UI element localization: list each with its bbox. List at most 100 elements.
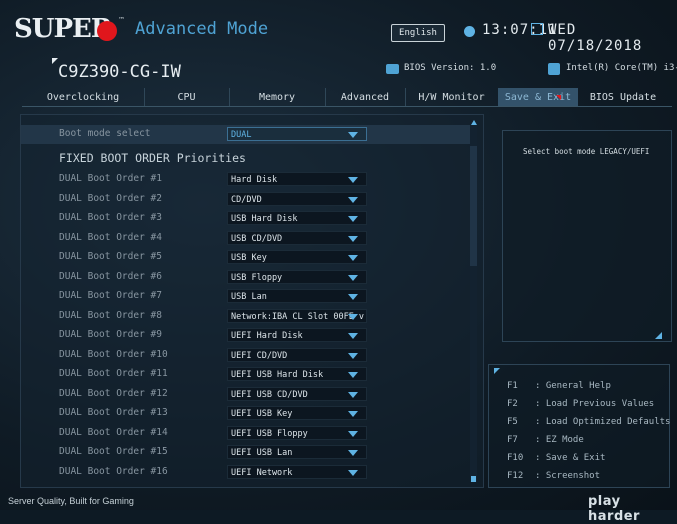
clock-date: WED 07/18/2018 <box>548 22 643 54</box>
boot-order-row[interactable]: DUAL Boot Order #16 UEFI Network <box>21 463 471 482</box>
boot-order-select[interactable]: USB Key <box>227 250 367 264</box>
boot-order-select[interactable]: USB Lan <box>227 289 367 303</box>
chevron-down-icon[interactable] <box>348 132 358 138</box>
setting-label: DUAL Boot Order #16 <box>59 465 168 477</box>
scroll-down-icon[interactable] <box>471 476 476 482</box>
boot-order-row[interactable]: DUAL Boot Order #7 USB Lan <box>21 287 471 306</box>
chevron-down-icon[interactable] <box>348 255 358 261</box>
hotkey-panel: F1: General Help F2 : Load Previous Value… <box>488 364 670 488</box>
bios-version: BIOS Version: 1.0 <box>404 63 497 73</box>
boot-order-select[interactable]: UEFI USB CD/DVD <box>227 386 367 401</box>
boot-order-select[interactable]: UEFI USB Lan <box>227 445 367 459</box>
tab-cpu[interactable]: CPU <box>144 88 230 106</box>
bios-chip-icon <box>386 64 399 74</box>
hotkey-key: F5 <box>507 417 518 427</box>
boot-order-select[interactable]: UEFI CD/DVD <box>227 347 367 362</box>
setting-label: DUAL Boot Order #4 <box>59 231 162 243</box>
hotkey-action: : General Help <box>535 381 611 391</box>
boot-order-row[interactable]: DUAL Boot Order #12 UEFI USB CD/DVD <box>21 385 471 404</box>
tab-save-exit[interactable]: Save & Exit <box>498 88 578 106</box>
tab-overclocking[interactable]: Overclocking <box>22 88 145 106</box>
hotkey-f12: F12 : Screenshot <box>507 471 600 481</box>
boot-order-select[interactable]: UEFI Network <box>227 464 367 479</box>
boot-order-row[interactable]: DUAL Boot Order #15 UEFI USB Lan <box>21 443 471 462</box>
boot-order-select[interactable]: USB Hard Disk <box>227 211 367 225</box>
boot-order-row[interactable]: DUAL Boot Order #9 UEFI Hard Disk <box>21 326 471 345</box>
help-panel: Select boot mode LEGACY/UEFI <box>502 130 672 342</box>
hotkey-action: : Screenshot <box>535 471 601 481</box>
boot-order-select[interactable]: UEFI USB Key <box>227 406 367 420</box>
chevron-down-icon[interactable] <box>348 469 358 476</box>
boot-mode-select[interactable]: DUAL <box>227 127 367 141</box>
setting-label: DUAL Boot Order #13 <box>59 407 168 418</box>
boot-order-select[interactable]: USB Floppy <box>227 269 367 284</box>
boot-order-select[interactable]: CD/DVD <box>227 191 367 206</box>
boot-order-row[interactable]: DUAL Boot Order #6 USB Floppy <box>21 268 471 287</box>
mode-title: Advanced Mode <box>135 19 269 39</box>
chevron-down-icon[interactable] <box>348 294 358 300</box>
setting-label: DUAL Boot Order #5 <box>59 251 162 262</box>
boot-order-row[interactable]: DUAL Boot Order #11 UEFI USB Hard Disk <box>21 365 471 384</box>
setting-label: DUAL Boot Order #2 <box>59 192 162 204</box>
language-button[interactable]: English <box>391 24 445 42</box>
hotkey-key: F12 <box>507 471 524 481</box>
boot-order-select[interactable]: Hard Disk <box>227 172 367 186</box>
footer-tagline: Server Quality, Built for Gaming <box>8 496 134 506</box>
hotkey-f7: F7: EZ Mode <box>507 435 584 445</box>
setting-label: Boot mode select <box>59 128 151 139</box>
boot-order-row[interactable]: DUAL Boot Order #8 Network:IBA CL Slot 0… <box>21 307 471 326</box>
chevron-down-icon[interactable] <box>348 411 358 417</box>
calendar-icon <box>531 23 543 35</box>
chevron-down-icon[interactable] <box>348 274 358 281</box>
chevron-down-icon[interactable] <box>348 196 358 203</box>
chevron-down-icon[interactable] <box>348 177 358 183</box>
section-heading: FIXED BOOT ORDER Priorities <box>59 151 246 165</box>
trademark: ™ <box>118 16 125 24</box>
chevron-down-icon[interactable] <box>348 333 358 339</box>
tab-hw-monitor[interactable]: H/W Monitor <box>405 88 499 106</box>
footer: Server Quality, Built for Gaming play ha… <box>0 494 677 524</box>
clock-icon <box>464 26 475 37</box>
setting-label: DUAL Boot Order #9 <box>59 329 162 340</box>
tab-bar: Overclocking CPU Memory Advanced H/W Mon… <box>22 88 672 107</box>
tab-advanced[interactable]: Advanced <box>325 88 406 106</box>
chevron-down-icon[interactable] <box>348 372 358 378</box>
boot-order-row[interactable]: DUAL Boot Order #13 UEFI USB Key <box>21 404 471 423</box>
boot-order-row[interactable]: DUAL Boot Order #4 USB CD/DVD <box>21 229 471 248</box>
top-bar: SUPER ™ Advanced Mode English 13:07:11 W… <box>0 0 677 54</box>
boot-order-select[interactable]: Network:IBA CL Slot 00FE v <box>227 308 367 323</box>
hotkey-action: : Load Previous Values <box>535 399 655 409</box>
scrollbar[interactable] <box>470 124 477 482</box>
active-tab-marker-icon <box>556 95 561 100</box>
hotkey-key: F2 <box>507 399 518 409</box>
boot-order-select[interactable]: UEFI USB Hard Disk <box>227 367 367 381</box>
boot-order-row[interactable]: DUAL Boot Order #3 USB Hard Disk <box>21 209 471 228</box>
chevron-down-icon[interactable] <box>348 235 358 242</box>
chevron-down-icon[interactable] <box>348 313 358 320</box>
chevron-down-icon[interactable] <box>348 216 358 222</box>
tab-memory[interactable]: Memory <box>229 88 326 106</box>
clock-time: 13:07:11 <box>482 22 558 38</box>
hotkey-key: F7 <box>507 435 518 445</box>
scrollbar-thumb[interactable] <box>470 146 477 266</box>
chevron-down-icon[interactable] <box>348 450 358 456</box>
boot-order-row[interactable]: DUAL Boot Order #14 UEFI USB Floppy <box>21 424 471 443</box>
panel-corner-icon <box>655 332 662 339</box>
tab-bios-update[interactable]: BIOS Update <box>578 88 668 106</box>
chevron-down-icon[interactable] <box>348 430 358 437</box>
hotkey-f1: F1: General Help <box>507 381 611 391</box>
boot-order-select[interactable]: UEFI USB Floppy <box>227 425 367 440</box>
footer-brand: play harder <box>588 494 640 524</box>
scroll-up-icon[interactable] <box>471 120 477 125</box>
boot-order-select[interactable]: USB CD/DVD <box>227 230 367 245</box>
boot-order-row[interactable]: DUAL Boot Order #5 USB Key <box>21 248 471 267</box>
chevron-down-icon[interactable] <box>348 391 358 398</box>
boot-order-row[interactable]: DUAL Boot Order #2 CD/DVD <box>21 190 471 209</box>
boot-order-select[interactable]: UEFI Hard Disk <box>227 328 367 342</box>
boot-order-row[interactable]: DUAL Boot Order #1 Hard Disk <box>21 170 471 189</box>
chevron-down-icon[interactable] <box>348 352 358 359</box>
setting-label: DUAL Boot Order #11 <box>59 368 168 379</box>
boot-order-row[interactable]: DUAL Boot Order #10 UEFI CD/DVD <box>21 346 471 365</box>
setting-row-boot-mode[interactable]: Boot mode select DUAL <box>21 125 471 144</box>
hotkey-f10: F10: Save & Exit <box>507 453 605 463</box>
